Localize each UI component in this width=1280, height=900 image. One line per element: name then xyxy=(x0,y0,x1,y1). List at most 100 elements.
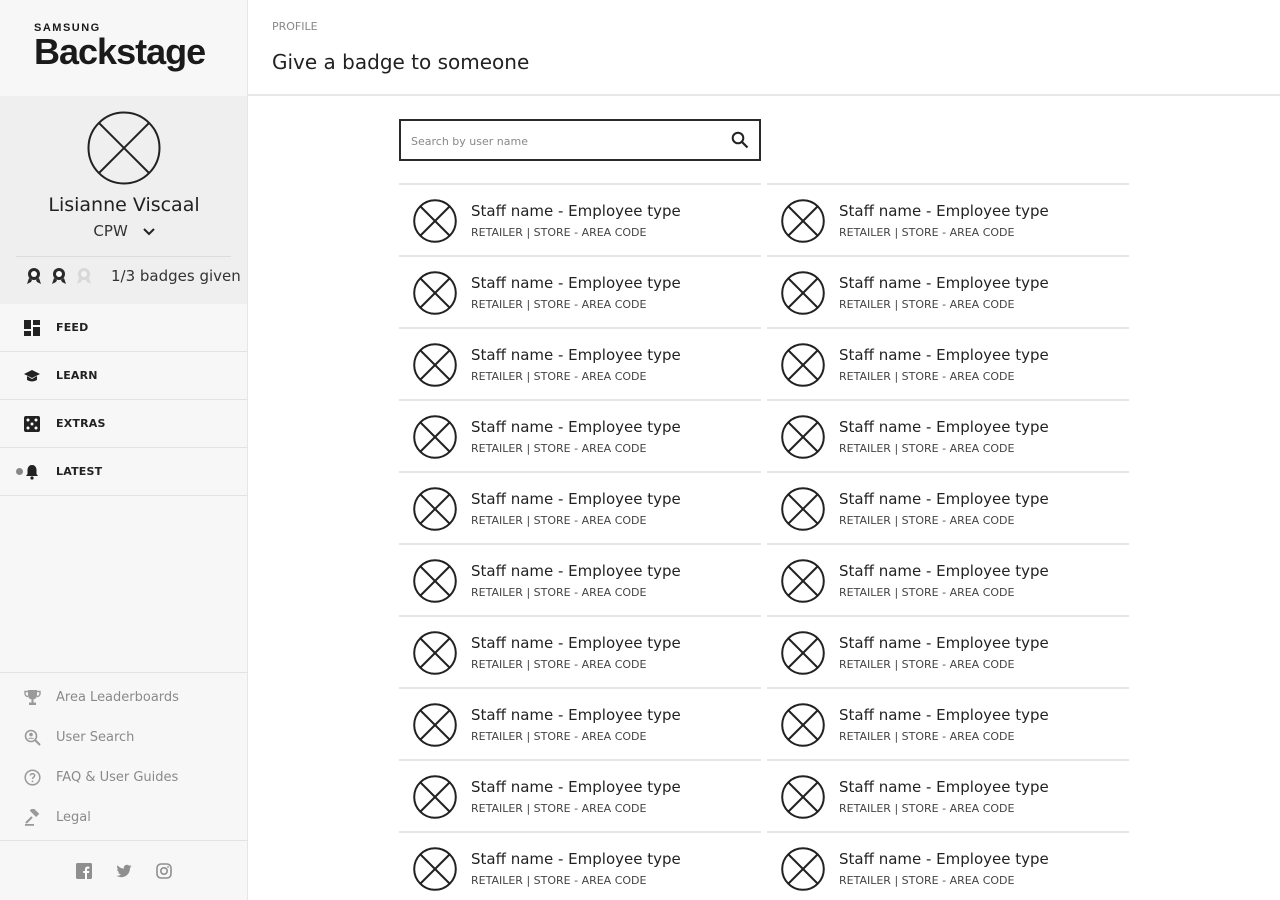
staff-card[interactable]: Staff name - Employee type RETAILER | ST… xyxy=(399,543,761,615)
avatar-placeholder-icon xyxy=(413,487,457,531)
staff-name: Staff name - Employee type xyxy=(471,778,681,796)
staff-name: Staff name - Employee type xyxy=(839,634,1049,652)
footer-link-label: Legal xyxy=(56,809,91,825)
social-links xyxy=(0,840,248,900)
nav-item-feed[interactable]: FEED xyxy=(0,304,247,352)
avatar-placeholder-icon xyxy=(781,343,825,387)
search-icon[interactable] xyxy=(731,131,749,149)
staff-card[interactable]: Staff name - Employee type RETAILER | ST… xyxy=(399,615,761,687)
staff-name: Staff name - Employee type xyxy=(471,418,681,436)
medal-icon xyxy=(27,268,41,284)
staff-details: RETAILER | STORE - AREA CODE xyxy=(471,586,647,599)
profile-panel: Lisianne Viscaal CPW 1/3 badges given xyxy=(0,96,247,304)
staff-name: Staff name - Employee type xyxy=(839,490,1049,508)
avatar-placeholder-icon[interactable] xyxy=(87,111,161,185)
staff-details: RETAILER | STORE - AREA CODE xyxy=(471,298,647,311)
staff-grid: Staff name - Employee type RETAILER | ST… xyxy=(399,183,1129,900)
staff-details: RETAILER | STORE - AREA CODE xyxy=(839,298,1015,311)
avatar-placeholder-icon xyxy=(781,271,825,315)
staff-name: Staff name - Employee type xyxy=(471,490,681,508)
staff-card[interactable]: Staff name - Employee type RETAILER | ST… xyxy=(767,759,1129,831)
notification-dot xyxy=(16,468,23,475)
staff-name: Staff name - Employee type xyxy=(471,634,681,652)
nav-label: EXTRAS xyxy=(56,417,106,430)
avatar-placeholder-icon xyxy=(413,559,457,603)
staff-card[interactable]: Staff name - Employee type RETAILER | ST… xyxy=(767,615,1129,687)
staff-details: RETAILER | STORE - AREA CODE xyxy=(471,874,647,887)
facebook-icon[interactable] xyxy=(76,862,92,879)
avatar-placeholder-icon xyxy=(413,415,457,459)
profile-divider xyxy=(16,256,231,257)
staff-card[interactable]: Staff name - Employee type RETAILER | ST… xyxy=(399,183,761,255)
staff-card[interactable]: Staff name - Employee type RETAILER | ST… xyxy=(767,543,1129,615)
staff-name: Staff name - Employee type xyxy=(471,274,681,292)
link-user-search[interactable]: User Search xyxy=(0,717,248,757)
chevron-down-icon xyxy=(142,227,155,235)
nav-item-extras[interactable]: EXTRAS xyxy=(0,400,247,448)
staff-details: RETAILER | STORE - AREA CODE xyxy=(471,658,647,671)
staff-card[interactable]: Staff name - Employee type RETAILER | ST… xyxy=(767,255,1129,327)
logo[interactable]: SAMSUNG Backstage xyxy=(0,0,247,96)
staff-card[interactable]: Staff name - Employee type RETAILER | ST… xyxy=(767,471,1129,543)
avatar-placeholder-icon xyxy=(781,631,825,675)
staff-details: RETAILER | STORE - AREA CODE xyxy=(471,802,647,815)
nav-label: LATEST xyxy=(56,465,103,478)
staff-card[interactable]: Staff name - Employee type RETAILER | ST… xyxy=(767,399,1129,471)
link-legal[interactable]: Legal xyxy=(0,797,248,837)
staff-name: Staff name - Employee type xyxy=(839,778,1049,796)
search-input[interactable] xyxy=(411,131,711,151)
staff-details: RETAILER | STORE - AREA CODE xyxy=(839,586,1015,599)
staff-card[interactable]: Staff name - Employee type RETAILER | ST… xyxy=(399,255,761,327)
logo-brand-name: Backstage xyxy=(34,31,206,72)
staff-name: Staff name - Employee type xyxy=(839,706,1049,724)
avatar-placeholder-icon xyxy=(781,559,825,603)
staff-card[interactable]: Staff name - Employee type RETAILER | ST… xyxy=(767,327,1129,399)
staff-details: RETAILER | STORE - AREA CODE xyxy=(839,442,1015,455)
staff-card[interactable]: Staff name - Employee type RETAILER | ST… xyxy=(399,687,761,759)
staff-name: Staff name - Employee type xyxy=(471,706,681,724)
footer-links: Area Leaderboards User Search FAQ & User… xyxy=(0,672,248,837)
staff-card[interactable]: Staff name - Employee type RETAILER | ST… xyxy=(767,831,1129,900)
link-area-leaderboards[interactable]: Area Leaderboards xyxy=(0,677,248,717)
avatar-placeholder-icon xyxy=(413,199,457,243)
staff-name: Staff name - Employee type xyxy=(471,562,681,580)
avatar-placeholder-icon xyxy=(413,271,457,315)
avatar-placeholder-icon xyxy=(781,847,825,891)
nav-label: FEED xyxy=(56,321,89,334)
dice-icon xyxy=(24,415,40,432)
nav-item-learn[interactable]: LEARN xyxy=(0,352,247,400)
staff-name: Staff name - Employee type xyxy=(839,418,1049,436)
role-label: CPW xyxy=(93,222,128,240)
staff-name: Staff name - Employee type xyxy=(839,346,1049,364)
twitter-icon[interactable] xyxy=(116,863,132,879)
nav-item-latest[interactable]: LATEST xyxy=(0,448,247,496)
staff-card[interactable]: Staff name - Employee type RETAILER | ST… xyxy=(399,327,761,399)
staff-details: RETAILER | STORE - AREA CODE xyxy=(471,514,647,527)
avatar-placeholder-icon xyxy=(413,775,457,819)
staff-name: Staff name - Employee type xyxy=(471,850,681,868)
staff-details: RETAILER | STORE - AREA CODE xyxy=(839,370,1015,383)
instagram-icon[interactable] xyxy=(156,862,172,879)
staff-card[interactable]: Staff name - Employee type RETAILER | ST… xyxy=(399,831,761,900)
staff-name: Staff name - Employee type xyxy=(839,850,1049,868)
link-faq-user-guides[interactable]: FAQ & User Guides xyxy=(0,757,248,797)
avatar-placeholder-icon xyxy=(413,847,457,891)
staff-details: RETAILER | STORE - AREA CODE xyxy=(471,370,647,383)
page-header: PROFILE Give a badge to someone xyxy=(248,0,1280,96)
role-selector[interactable]: CPW xyxy=(0,222,248,240)
staff-card[interactable]: Staff name - Employee type RETAILER | ST… xyxy=(399,759,761,831)
staff-details: RETAILER | STORE - AREA CODE xyxy=(839,730,1015,743)
user-search-icon xyxy=(24,729,41,746)
staff-card[interactable]: Staff name - Employee type RETAILER | ST… xyxy=(767,687,1129,759)
staff-card[interactable]: Staff name - Employee type RETAILER | ST… xyxy=(399,471,761,543)
footer-link-label: Area Leaderboards xyxy=(56,689,179,705)
staff-details: RETAILER | STORE - AREA CODE xyxy=(839,802,1015,815)
trophy-icon xyxy=(24,689,41,705)
avatar-placeholder-icon xyxy=(781,487,825,531)
staff-card[interactable]: Staff name - Employee type RETAILER | ST… xyxy=(399,399,761,471)
staff-card[interactable]: Staff name - Employee type RETAILER | ST… xyxy=(767,183,1129,255)
breadcrumb[interactable]: PROFILE xyxy=(272,0,1280,33)
help-icon xyxy=(24,768,41,786)
main-nav: FEED LEARN EXTRAS LATEST xyxy=(0,304,247,496)
staff-name: Staff name - Employee type xyxy=(471,346,681,364)
